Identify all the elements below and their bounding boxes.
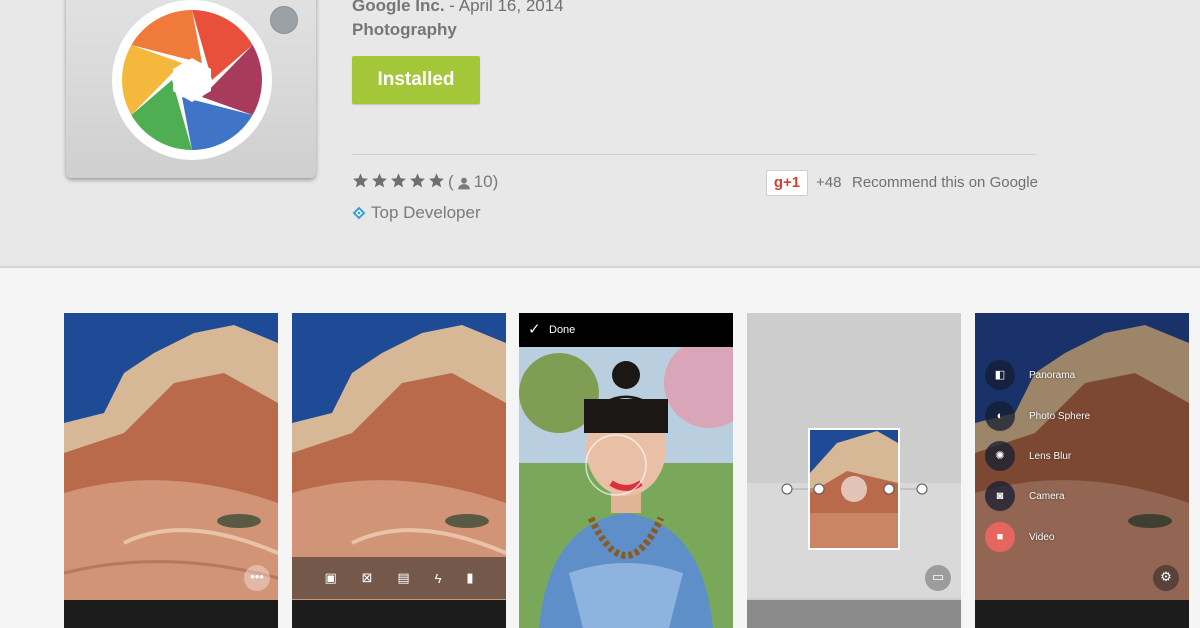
- photo-sphere-icon: ◐: [985, 401, 1015, 431]
- mode-label: Camera: [1029, 490, 1065, 502]
- rating-open-paren: (: [448, 172, 454, 191]
- panorama-mode-icon[interactable]: ▭: [925, 565, 951, 591]
- installed-button[interactable]: Installed: [352, 56, 480, 104]
- app-icon: [66, 0, 316, 178]
- star-icon: [353, 173, 368, 188]
- done-bar[interactable]: ✓ Done: [519, 313, 733, 347]
- star-icon: [391, 173, 406, 188]
- screenshot-bottom-bar: [747, 600, 961, 628]
- settings-gear-icon[interactable]: ⚙: [1153, 565, 1179, 591]
- screenshot-3[interactable]: ✓ Done: [519, 313, 733, 628]
- date-separator: -: [444, 0, 459, 15]
- mode-label: Video: [1029, 531, 1055, 543]
- category-link[interactable]: Photography: [352, 20, 457, 40]
- mode-camera[interactable]: ◙ Camera: [985, 481, 1065, 511]
- camera-settings-strip: ▣ ⊠ ▤ ϟ ▮: [292, 557, 506, 599]
- gplus-count: +48: [816, 174, 842, 191]
- check-icon: ✓: [528, 321, 541, 338]
- mode-video[interactable]: ■ Video: [985, 522, 1054, 552]
- rating-stars: [352, 172, 445, 189]
- mode-label: Photo Sphere: [1029, 410, 1091, 422]
- flash-icon[interactable]: ϟ: [435, 571, 442, 586]
- app-details-header: Google Inc. - April 16, 2014 Photography…: [0, 0, 1200, 268]
- screenshot-2[interactable]: ▣ ⊠ ▤ ϟ ▮: [292, 313, 506, 628]
- mode-label: Lens Blur: [1029, 450, 1072, 462]
- exposure-icon[interactable]: ▣: [324, 570, 336, 586]
- camera-aperture-icon: [112, 0, 272, 160]
- star-icon: [429, 173, 444, 188]
- diamond-badge-icon: [352, 206, 366, 220]
- grid-off-icon[interactable]: ⊠: [362, 570, 373, 586]
- star-icon: [372, 173, 387, 188]
- star-icon: [410, 173, 425, 188]
- screenshot-bottom-bar: [292, 600, 506, 628]
- mode-label: Panorama: [1029, 369, 1076, 381]
- top-developer-label: Top Developer: [371, 203, 481, 222]
- person-icon: [457, 177, 470, 189]
- overflow-menu-icon[interactable]: •••: [244, 565, 270, 591]
- camera-icon: ◙: [985, 481, 1015, 511]
- release-date: April 16, 2014: [458, 0, 564, 15]
- screenshot-bottom-bar: [975, 600, 1189, 628]
- developer-link[interactable]: Google Inc.: [352, 0, 445, 15]
- developer-line: Google Inc. - April 16, 2014: [352, 0, 564, 16]
- screenshot-4[interactable]: ▭: [747, 313, 961, 628]
- screenshot-bottom-bar: [64, 600, 278, 628]
- video-icon: ■: [985, 522, 1015, 552]
- lens-blur-icon: ✺: [985, 441, 1015, 471]
- gplus-button[interactable]: g+1: [766, 170, 808, 196]
- portrait-photo-image: [519, 313, 733, 628]
- camera-lens-dot: [270, 6, 298, 34]
- mode-photo-sphere[interactable]: ◐ Photo Sphere: [985, 401, 1090, 431]
- panorama-icon: ◧: [985, 360, 1015, 390]
- screenshot-5[interactable]: ◧ Panorama ◐ Photo Sphere ✺ Lens Blur ◙ …: [975, 313, 1189, 628]
- recommend-text: Recommend this on Google: [852, 174, 1038, 191]
- divider: [352, 154, 1036, 155]
- hdr-off-icon[interactable]: ▤: [397, 570, 409, 586]
- mode-lens-blur[interactable]: ✺ Lens Blur: [985, 441, 1071, 471]
- rating-count: ( 10): [448, 172, 498, 192]
- done-label: Done: [549, 324, 576, 336]
- rating-count-value: 10): [473, 172, 499, 191]
- top-developer-badge: Top Developer: [352, 203, 481, 223]
- screenshot-1[interactable]: •••: [64, 313, 278, 628]
- mode-panorama[interactable]: ◧ Panorama: [985, 360, 1075, 390]
- microphone-icon[interactable]: ▮: [466, 570, 473, 586]
